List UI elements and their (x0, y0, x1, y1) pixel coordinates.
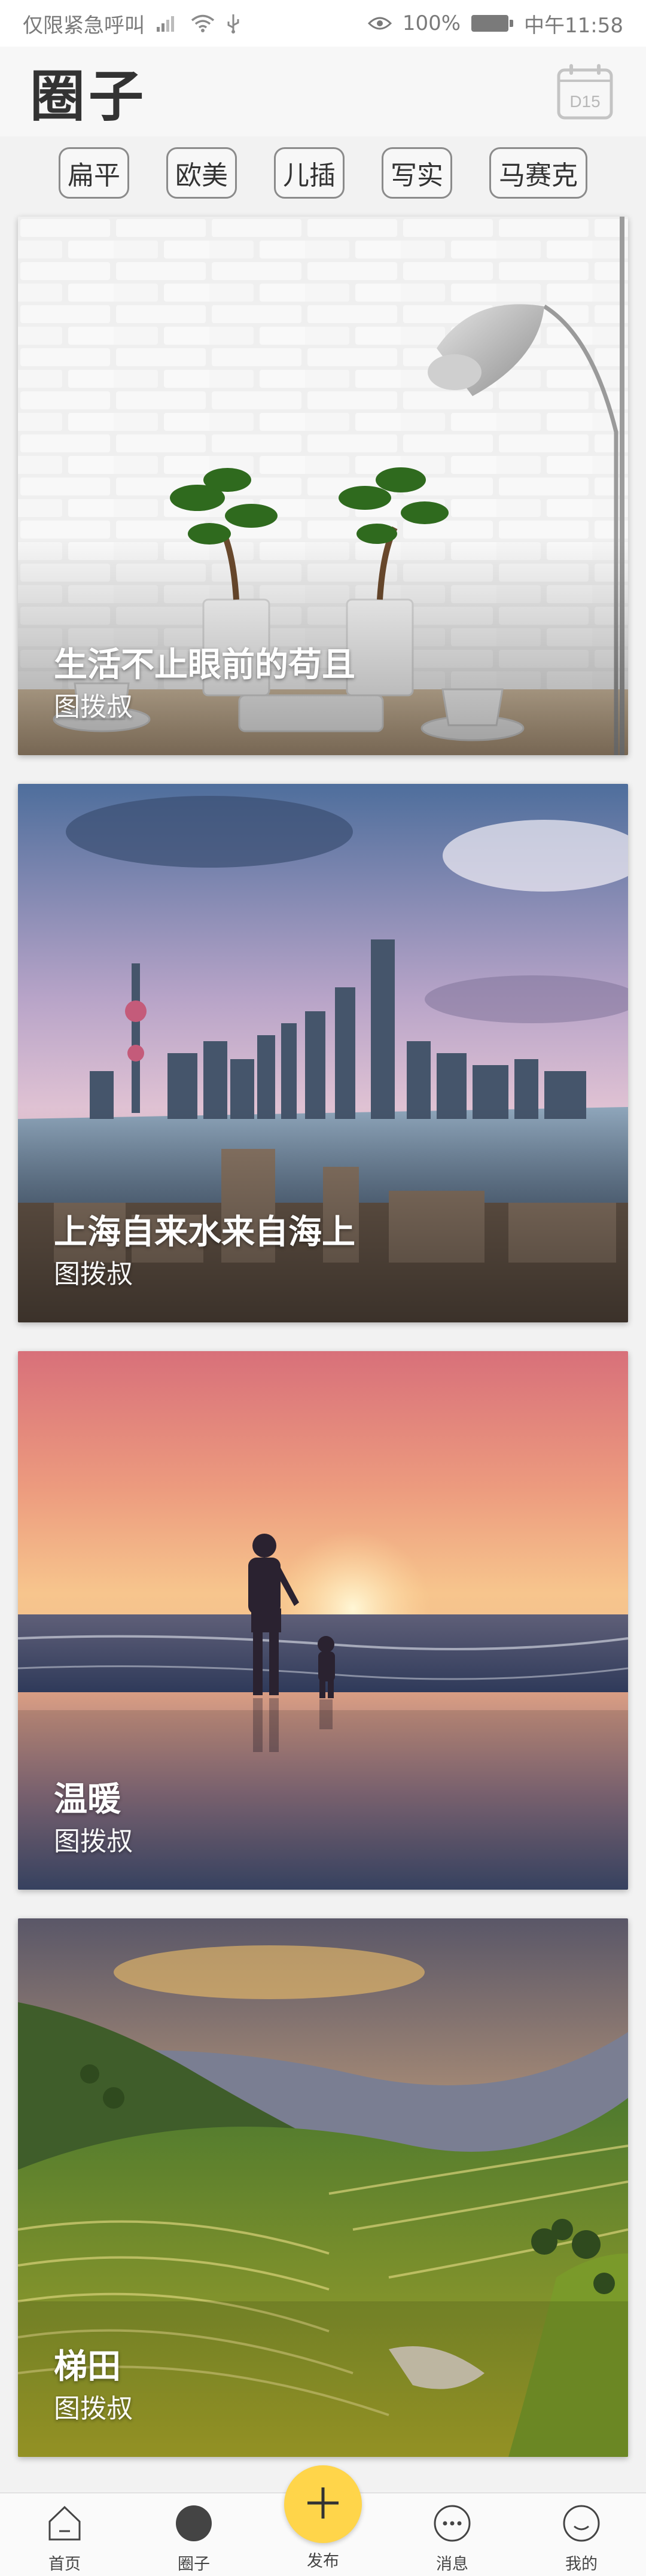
status-bar: 仅限紧急呼叫 100% 中午11:58 (0, 0, 646, 47)
post-caption: 上海自来水来自海上 图拨叔 (54, 1210, 355, 1294)
status-left: 仅限紧急呼叫 (23, 9, 240, 38)
profile-icon (560, 2502, 603, 2545)
tag-realistic[interactable]: 写实 (382, 147, 452, 199)
home-icon (43, 2502, 86, 2545)
post-title: 温暖 (54, 1780, 121, 1819)
battery-icon (471, 15, 514, 32)
post-author: 图拨叔 (54, 1826, 133, 1857)
nav-home[interactable]: 首页 (23, 2493, 106, 2576)
nav-profile[interactable]: 我的 (540, 2493, 623, 2576)
post-author: 图拨叔 (54, 692, 133, 722)
tag-mosaic[interactable]: 马赛克 (489, 147, 587, 199)
circle-icon (172, 2502, 215, 2545)
post-title: 梯田 (54, 2347, 121, 2386)
tag-label: 马赛克 (499, 160, 578, 191)
battery-percent: 100% (402, 11, 461, 35)
post-card[interactable]: 梯田 图拨叔 (18, 1918, 628, 2457)
post-caption: 生活不止眼前的苟且 图拨叔 (54, 643, 355, 726)
tag-label: 欧美 (175, 160, 228, 191)
battery-fill (473, 17, 507, 30)
tag-bar: 扁平 欧美 儿插 写实 马赛克 (0, 136, 646, 209)
message-icon (431, 2502, 474, 2545)
tag-label: 写实 (391, 160, 443, 191)
nav-label: 首页 (48, 2555, 81, 2574)
circle-page: 仅限紧急呼叫 100% 中午11:58 圈子 D15 扁平 欧美 儿插 写实 马… (0, 0, 646, 2576)
post-card[interactable]: 上海自来水来自海上 图拨叔 (18, 784, 628, 1322)
tag-label: 扁平 (68, 160, 120, 191)
calendar-label: D15 (569, 92, 600, 111)
page-header: 圈子 D15 (0, 47, 646, 136)
nav-circle[interactable]: 圈子 (152, 2493, 236, 2576)
nav-messages[interactable]: 消息 (410, 2493, 494, 2576)
tag-children[interactable]: 儿插 (274, 147, 345, 199)
publish-label: 发布 (307, 2552, 339, 2571)
post-title: 上海自来水来自海上 (54, 1213, 355, 1252)
nav-label: 圈子 (178, 2555, 210, 2574)
post-title: 生活不止眼前的苟且 (54, 646, 355, 685)
post-caption: 温暖 图拨叔 (54, 1777, 133, 1861)
tag-flat[interactable]: 扁平 (59, 147, 129, 199)
usb-icon (226, 13, 240, 34)
signal-icon (156, 14, 179, 33)
post-author: 图拨叔 (54, 1259, 133, 1289)
calendar-icon[interactable]: D15 (554, 60, 616, 123)
post-card[interactable]: 温暖 图拨叔 (18, 1351, 628, 1890)
post-caption: 梯田 图拨叔 (54, 2344, 133, 2428)
tag-western[interactable]: 欧美 (166, 147, 237, 199)
plus-icon (304, 2484, 342, 2525)
page-title: 圈子 (30, 64, 148, 129)
post-author: 图拨叔 (54, 2393, 133, 2424)
status-time: 中午11:58 (524, 13, 623, 38)
publish-button[interactable] (284, 2465, 362, 2543)
eye-icon (367, 15, 392, 32)
status-right: 100% 中午11:58 (367, 9, 623, 38)
nav-label: 消息 (436, 2555, 468, 2574)
carrier-text: 仅限紧急呼叫 (23, 13, 145, 38)
nav-label: 我的 (565, 2555, 598, 2574)
post-card[interactable]: 生活不止眼前的苟且 图拨叔 (18, 217, 628, 755)
tag-label: 儿插 (283, 160, 336, 191)
wifi-icon (190, 14, 215, 33)
